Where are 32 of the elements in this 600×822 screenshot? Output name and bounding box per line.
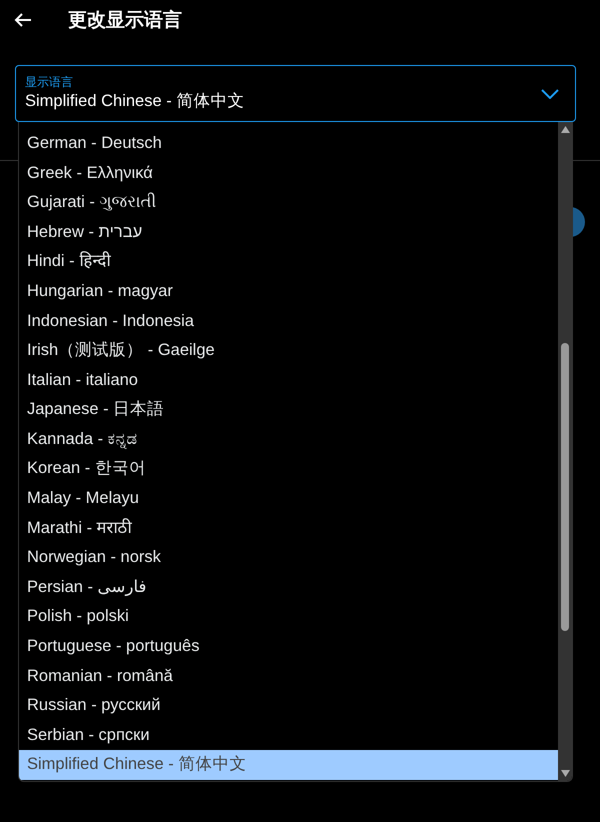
- language-option[interactable]: Marathi - मराठी: [19, 514, 558, 544]
- language-option[interactable]: Norwegian - norsk: [19, 543, 558, 573]
- language-option[interactable]: Irish（测试版） - Gaeilge: [19, 336, 558, 366]
- language-option[interactable]: Malay - Melayu: [19, 484, 558, 514]
- language-option[interactable]: Russian - русский: [19, 691, 558, 721]
- language-option[interactable]: Polish - polski: [19, 602, 558, 632]
- chevron-down-icon: [541, 88, 559, 98]
- page-title: 更改显示语言: [68, 8, 182, 33]
- language-option[interactable]: Gujarati - ગુજરાતી: [19, 188, 558, 218]
- field-value: Simplified Chinese - 简体中文: [25, 91, 246, 112]
- back-arrow-icon[interactable]: [14, 12, 32, 28]
- scrollbar-thumb[interactable]: [561, 343, 569, 631]
- scrollbar[interactable]: [558, 122, 572, 781]
- language-option[interactable]: Hebrew - עברית: [19, 218, 558, 248]
- language-option[interactable]: Serbian - српски: [19, 720, 558, 750]
- language-option[interactable]: Greek - Ελληνικά: [19, 158, 558, 188]
- language-option[interactable]: Korean - 한국어: [19, 454, 558, 484]
- language-option[interactable]: Japanese - 日本語: [19, 395, 558, 425]
- scroll-up-icon[interactable]: [560, 126, 570, 133]
- scroll-down-icon[interactable]: [560, 770, 570, 777]
- language-option[interactable]: Portuguese - português: [19, 632, 558, 662]
- language-select[interactable]: 显示语言 Simplified Chinese - 简体中文: [15, 65, 576, 122]
- field-label: 显示语言: [25, 75, 74, 90]
- language-option[interactable]: Hindi - हिन्दी: [19, 247, 558, 277]
- language-option[interactable]: Indonesian - Indonesia: [19, 306, 558, 336]
- language-option[interactable]: Italian - italiano: [19, 366, 558, 396]
- language-option[interactable]: Kannada - ಕನ್ನಡ: [19, 424, 558, 454]
- language-option[interactable]: Romanian - română: [19, 662, 558, 692]
- language-option[interactable]: Simplified Chinese - 简体中文: [19, 750, 558, 780]
- language-option[interactable]: Hungarian - magyar: [19, 276, 558, 306]
- language-option[interactable]: German - Deutsch: [19, 128, 558, 159]
- language-option[interactable]: Persian - فارسی: [19, 572, 558, 602]
